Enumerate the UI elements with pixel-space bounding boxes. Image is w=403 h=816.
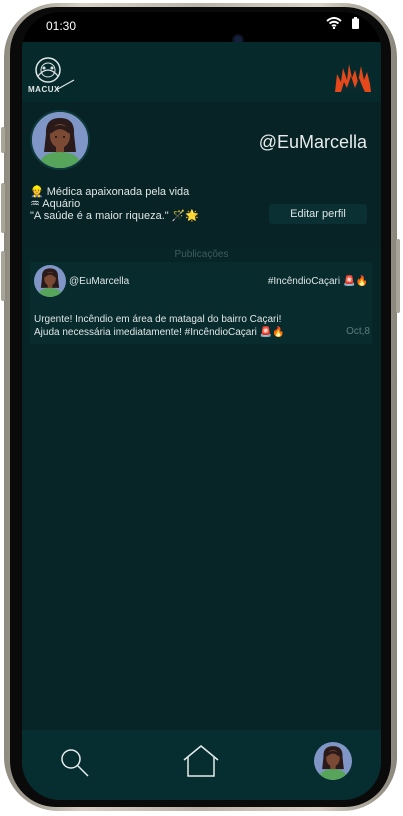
profile-username: @EuMarcella [258, 132, 367, 152]
post-username[interactable]: @EuMarcella [69, 276, 129, 287]
profile-section: @EuMarcella 👷 Médica apaixonada pela vid… [22, 102, 381, 247]
fire-icon [335, 64, 371, 92]
nav-profile-avatar[interactable] [314, 742, 352, 780]
edit-profile-button[interactable]: Editar perfil [269, 204, 367, 224]
logo-text: MACUX [28, 85, 60, 94]
bio-line-sign: ♒ Aquário [30, 198, 81, 210]
app-header: MACUX [22, 42, 381, 102]
post-hashtag-text: #IncêndioCaçari [267, 276, 341, 287]
bio-line-quote: "A saúde é a maior riqueza." 🪄🌟 [30, 210, 200, 222]
avatar-icon [34, 265, 66, 297]
silent-switch [1, 127, 5, 153]
volume-up-button [1, 183, 5, 233]
power-button [396, 239, 400, 313]
post-avatar[interactable] [34, 265, 66, 297]
volume-down-button [1, 251, 5, 301]
post-body: Urgente! Incêndio em área de matagal do … [34, 313, 285, 339]
status-time: 01:30 [46, 19, 77, 33]
macux-logo[interactable]: MACUX [26, 56, 78, 101]
post-date: Oct,8 [346, 326, 370, 337]
avatar-icon [314, 742, 352, 780]
posts-section-title: Publicações [174, 249, 229, 260]
post-text-line-2: Ajuda necessária imediatamente! #Incêndi… [34, 327, 285, 338]
profile-avatar[interactable] [30, 110, 90, 170]
avatar-icon [32, 112, 88, 168]
wifi-icon [326, 17, 342, 29]
battery-icon [352, 17, 359, 29]
bottom-nav [22, 730, 381, 800]
post-hashtag[interactable]: #IncêndioCaçari 🚨🔥 [268, 276, 368, 287]
post-card[interactable]: @EuMarcella #IncêndioCaçari 🚨🔥 Urgente! … [30, 262, 372, 344]
search-icon[interactable] [60, 748, 90, 778]
home-icon[interactable] [182, 744, 220, 778]
bio-line-profession: 👷 Médica apaixonada pela vida [30, 186, 190, 198]
app-screen: 01:30 MACUX @EuMarcella 👷 Médica apaixon… [22, 12, 381, 800]
post-hashtag-emoji: 🚨🔥 [343, 276, 368, 287]
status-icons [326, 17, 359, 29]
profile-bio: 👷 Médica apaixonada pela vida ♒ Aquário … [30, 186, 199, 222]
post-text-line-1: Urgente! Incêndio em área de matagal do … [34, 314, 282, 325]
